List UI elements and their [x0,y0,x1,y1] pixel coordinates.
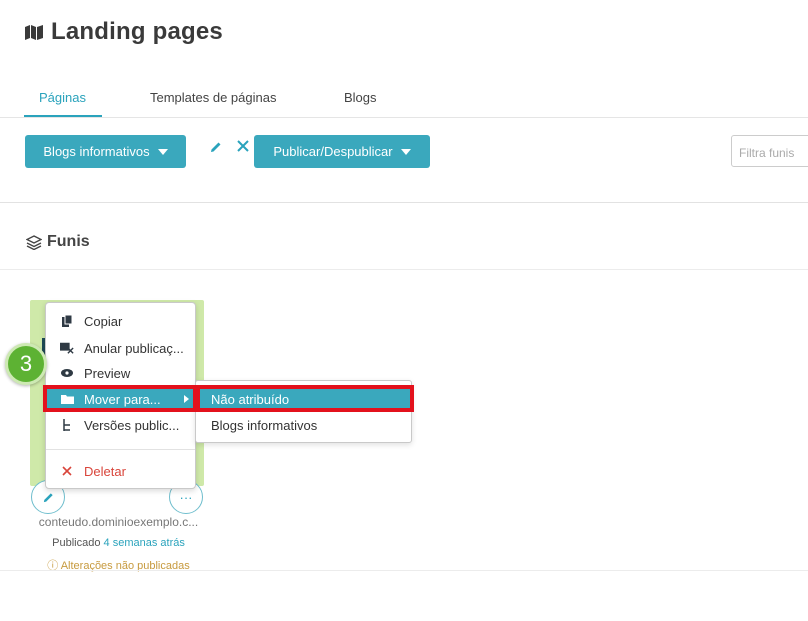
menu-item-label: Preview [84,365,131,381]
unpublish-icon [60,342,74,354]
chevron-down-icon [157,148,168,155]
eye-icon [60,369,74,377]
blog-select-dropdown[interactable]: Blogs informativos [25,135,186,168]
section-header: Funis [26,233,90,251]
highlight-move-to [43,385,197,412]
page-title: Landing pages [51,18,223,45]
filter-funnels-input[interactable]: Filtra funis [731,135,808,167]
publish-label: Publicar/Despublicar [273,144,393,159]
menu-item-label: Deletar [84,463,126,479]
submenu-item-blogs-informativos[interactable]: Blogs informativos [196,414,411,436]
ellipsis-icon: ··· [179,489,193,505]
menu-item-unpublish[interactable]: Anular publicaç... [46,337,195,359]
tabs-divider [0,117,808,118]
menu-item-label: Copiar [84,313,123,329]
close-icon[interactable] [236,139,250,157]
publish-unpublish-button[interactable]: Publicar/Despublicar [254,135,430,168]
tab-templates[interactable]: Templates de páginas [150,90,276,105]
menu-divider [46,449,195,450]
highlight-unassigned [196,385,414,412]
cards-divider [0,570,808,571]
menu-item-delete[interactable]: Deletar [46,460,195,482]
menu-item-copy[interactable]: Copiar [46,310,195,332]
page-url[interactable]: conteudo.dominioexemplo.c... [26,515,211,529]
tab-blogs[interactable]: Blogs [344,90,377,105]
versions-icon [60,419,74,431]
blog-select-label: Blogs informativos [43,144,150,159]
section-divider [0,269,808,270]
status-time: 4 semanas atrás [103,537,185,549]
close-icon [60,466,74,476]
map-icon [25,25,43,40]
chevron-down-icon [400,148,411,155]
menu-item-versions[interactable]: Versões public... [46,414,195,436]
pencil-icon [43,492,53,502]
layers-icon [26,234,42,250]
copy-icon [60,315,74,327]
menu-item-label: Anular publicaç... [84,340,184,356]
toolbar-divider [0,202,808,203]
menu-item-preview[interactable]: Preview [46,362,195,384]
section-title: Funis [47,233,90,250]
tab-paginas[interactable]: Páginas [39,90,86,105]
status-prefix: Publicado [52,537,101,549]
step-badge: 3 [5,343,47,385]
menu-item-label: Versões public... [84,417,180,433]
page-header: Landing pages [25,18,223,46]
pencil-icon[interactable] [209,140,223,158]
publish-status: Publicado 4 semanas atrás [26,537,211,549]
